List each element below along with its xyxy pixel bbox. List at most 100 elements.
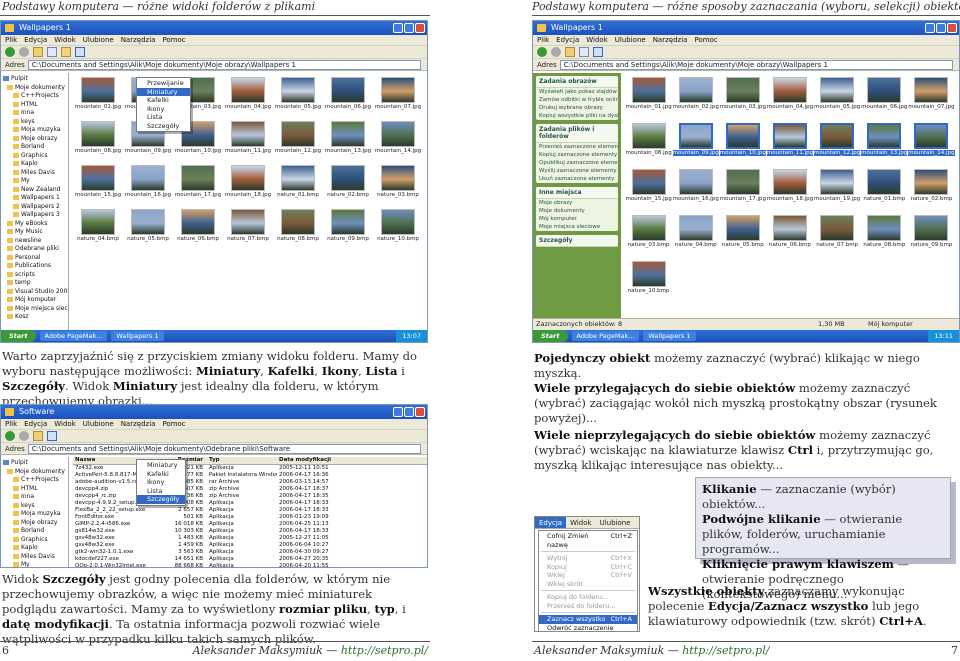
menu-item[interactable]: Narzędzia bbox=[121, 419, 156, 429]
forward-icon[interactable] bbox=[19, 431, 29, 441]
view-menu-item[interactable]: Ikony bbox=[137, 478, 185, 487]
thumbnail-item[interactable]: mountain_10.jpg bbox=[719, 123, 766, 169]
menu-item[interactable]: Edycja bbox=[24, 419, 47, 429]
thumbnail-item[interactable]: mountain_09.jpg bbox=[672, 123, 719, 169]
thumbnail-item[interactable]: nature_04.bmp bbox=[73, 209, 123, 253]
thumbnail-item[interactable]: nature_05.bmp bbox=[123, 209, 173, 253]
task-pane-link[interactable]: Moje obrazy bbox=[536, 199, 618, 207]
thumbnail-item[interactable]: mountain_14.jpg bbox=[373, 121, 423, 165]
thumbnail-item[interactable]: nature_10.bmp bbox=[625, 261, 672, 307]
tree-item[interactable]: Moja muzyka bbox=[3, 510, 66, 519]
tree-item[interactable]: Moje obrazy bbox=[3, 135, 66, 144]
maximize-button[interactable] bbox=[404, 407, 414, 417]
thumbnail-item[interactable]: nature_01.bmp bbox=[861, 169, 908, 215]
view-menu-item[interactable]: Kafelki bbox=[137, 470, 185, 479]
tree-item[interactable]: Moje dokumenty bbox=[3, 468, 66, 477]
close-button[interactable] bbox=[947, 23, 957, 33]
thumbnail-item[interactable]: mountain_05.jpg bbox=[273, 77, 323, 121]
thumbnail-item[interactable]: mountain_16.jpg bbox=[123, 165, 173, 209]
table-row[interactable]: FlexBa_2_2_22_setup.exe 2 657 KB Aplikacja… bbox=[73, 507, 427, 514]
tree-item[interactable]: My Music bbox=[3, 228, 66, 237]
task-pane-link[interactable]: Moje miejsca sieciowe bbox=[536, 223, 618, 231]
table-row[interactable]: OOo-2.0.1-Win32Intel.exe 88 668 KB Aplikac… bbox=[73, 563, 427, 567]
tree-item[interactable]: Miles Davis bbox=[3, 169, 66, 178]
minimize-button[interactable] bbox=[925, 23, 935, 33]
start-button[interactable]: Start bbox=[1, 330, 36, 342]
thumbnail-item[interactable]: mountain_18.jpg bbox=[766, 169, 813, 215]
thumbnail-item[interactable]: mountain_16.jpg bbox=[672, 169, 719, 215]
thumbnail-item[interactable]: nature_05.bmp bbox=[719, 215, 766, 261]
tree-item[interactable]: My eBooks bbox=[3, 220, 66, 229]
tree-item[interactable]: Kosz bbox=[3, 313, 66, 322]
tree-item[interactable]: Moja muzyka bbox=[3, 126, 66, 135]
tree-item[interactable]: Kaplo bbox=[3, 544, 66, 553]
up-folder-icon[interactable] bbox=[33, 47, 43, 57]
tree-item[interactable]: C++Projects bbox=[3, 476, 66, 485]
window-title-bar[interactable]: Software bbox=[1, 405, 427, 419]
thumbnail-item[interactable]: mountain_01.jpg bbox=[625, 77, 672, 123]
tree-item[interactable]: Wallpapers 2 bbox=[3, 203, 66, 212]
table-row[interactable]: gsv48w32.exe 1 483 KB Aplikacja 2005-12-27 … bbox=[73, 535, 427, 542]
task-pane-title[interactable]: Inne miejsca bbox=[536, 187, 618, 199]
menu-item[interactable]: Ulubione bbox=[83, 419, 114, 429]
tree-item[interactable]: Publications bbox=[3, 262, 66, 271]
task-pane-link[interactable]: Wyślij zaznaczone elementy pocztą e-mail bbox=[536, 167, 618, 175]
table-row[interactable]: adobe-audition-v1.5.rar 30 885 KB rar Arch… bbox=[73, 479, 427, 486]
tree-item[interactable]: Borland bbox=[3, 527, 66, 536]
thumbnail-item[interactable]: nature_02.bmp bbox=[908, 169, 955, 215]
edit-menu-item[interactable]: Cofnij Zmień nazwę Ctrl+Z bbox=[539, 532, 637, 549]
close-button[interactable] bbox=[415, 407, 425, 417]
view-menu-item[interactable]: Ikony bbox=[137, 105, 190, 114]
menu-item[interactable]: Ulubione bbox=[615, 35, 646, 45]
tree-item[interactable]: Pulpit bbox=[3, 75, 66, 84]
edit-menu-item[interactable]: Wklej Ctrl+V bbox=[539, 571, 637, 580]
menu-item[interactable]: Widok bbox=[54, 35, 76, 45]
table-row[interactable]: 7z432.exe 821 KB Aplikacja 2005-12-11 10:51 bbox=[73, 465, 427, 472]
search-icon[interactable] bbox=[47, 47, 57, 57]
edit-menu-item[interactable]: Wytnij Ctrl+X bbox=[539, 554, 637, 563]
menu-item[interactable]: Widok bbox=[54, 419, 76, 429]
tree-item[interactable]: temp bbox=[3, 279, 66, 288]
tree-item[interactable]: Miles Davis bbox=[3, 553, 66, 562]
taskbar-item[interactable]: Adobe PageMak... bbox=[571, 331, 640, 341]
taskbar-item[interactable]: Wallpapers 1 bbox=[111, 331, 164, 341]
thumbnail-item[interactable]: nature_08.bmp bbox=[273, 209, 323, 253]
back-icon[interactable] bbox=[537, 47, 547, 57]
tree-item[interactable]: Wallpapers 1 bbox=[3, 194, 66, 203]
thumbnail-item[interactable]: mountain_05.jpg bbox=[814, 77, 861, 123]
thumbnail-item[interactable]: mountain_15.jpg bbox=[73, 165, 123, 209]
menu-item[interactable]: Plik bbox=[5, 35, 17, 45]
address-input[interactable]: C:\Documents and Settings\Alik\Moje doku… bbox=[27, 59, 421, 70]
search-icon[interactable] bbox=[579, 47, 589, 57]
tree-item[interactable]: keys bbox=[3, 502, 66, 511]
tree-item[interactable]: Inna bbox=[3, 109, 66, 118]
menu-item[interactable]: Ulubione bbox=[83, 35, 114, 45]
up-folder-icon[interactable] bbox=[33, 431, 43, 441]
tree-item[interactable]: C++Projects bbox=[3, 92, 66, 101]
task-pane-link[interactable]: Usuń zaznaczone elementy bbox=[536, 175, 618, 183]
thumbnail-item[interactable]: nature_10.bmp bbox=[373, 209, 423, 253]
task-pane-link[interactable]: Przenieś zaznaczone elementy bbox=[536, 143, 618, 151]
menu-item[interactable]: Plik bbox=[5, 419, 17, 429]
edit-menu-item[interactable]: Wklej skrót bbox=[539, 580, 637, 589]
tree-item[interactable]: Graphics bbox=[3, 536, 66, 545]
thumbnail-item[interactable]: nature_04.bmp bbox=[672, 215, 719, 261]
minimize-button[interactable] bbox=[393, 407, 403, 417]
column-header[interactable]: Typ bbox=[207, 457, 277, 464]
thumbnail-item[interactable]: mountain_11.jpg bbox=[766, 123, 814, 169]
menu-item[interactable]: Plik bbox=[537, 35, 549, 45]
views-button[interactable] bbox=[47, 431, 57, 441]
thumbnail-item[interactable]: mountain_15.jpg bbox=[625, 169, 672, 215]
table-row[interactable]: devcpp4.zip 79 607 KB zip Archive 2006-04-1… bbox=[73, 486, 427, 493]
thumbnail-item[interactable]: mountain_08.jpg bbox=[625, 123, 672, 169]
back-icon[interactable] bbox=[5, 47, 15, 57]
view-menu-item[interactable]: Kafelki bbox=[137, 96, 190, 105]
menu-item[interactable]: Widok bbox=[586, 35, 608, 45]
tree-item[interactable]: Mój komputer bbox=[3, 296, 66, 305]
thumbnail-item[interactable]: mountain_04.jpg bbox=[223, 77, 273, 121]
views-button[interactable] bbox=[75, 47, 85, 57]
table-row[interactable]: gtk2-win32-1.0.1.exe 3 563 KB Aplikacja 200… bbox=[73, 549, 427, 556]
tree-item[interactable]: My bbox=[3, 561, 66, 567]
window-title-bar[interactable]: Wallpapers 1 bbox=[533, 21, 959, 35]
table-row[interactable]: devcpp-4.9.9.2_setup.exe 9 008 KB Aplikacj… bbox=[73, 500, 427, 507]
